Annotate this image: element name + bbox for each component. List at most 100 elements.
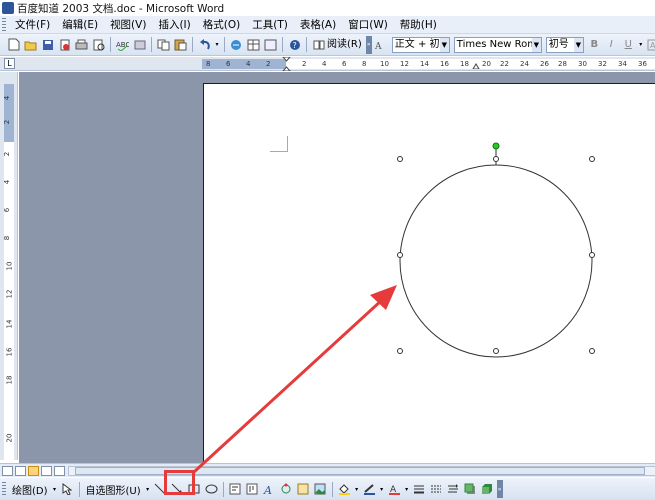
picture-icon[interactable]	[313, 482, 328, 497]
print-icon[interactable]	[74, 37, 89, 52]
horizontal-ruler[interactable]: 8 6 4 2 2 4 6 8 10 12 14 16 18 20 22 24 …	[202, 57, 655, 71]
resize-handle-e[interactable]	[589, 252, 595, 258]
font-color-dropdown-icon[interactable]: ▾	[404, 482, 410, 497]
indent-marker-icon[interactable]	[282, 57, 291, 71]
fill-color-icon[interactable]	[337, 482, 352, 497]
outline-view-icon[interactable]	[41, 465, 52, 476]
undo-dropdown-icon[interactable]: ▾	[214, 37, 220, 52]
dash-style-icon[interactable]	[429, 482, 444, 497]
help-icon[interactable]: ?	[287, 37, 302, 52]
rotate-handle-icon[interactable]	[492, 142, 500, 150]
scrollbar-thumb[interactable]	[75, 467, 645, 475]
document-page[interactable]	[203, 83, 655, 464]
resize-handle-ne[interactable]	[589, 156, 595, 162]
italic-button[interactable]: I	[604, 37, 619, 52]
oval-icon[interactable]	[204, 482, 219, 497]
menu-table[interactable]: 表格(A)	[294, 17, 342, 33]
font-dropdown-icon[interactable]: ▼	[531, 37, 541, 52]
character-border-icon[interactable]: A	[646, 37, 655, 52]
line-style-icon[interactable]	[412, 482, 427, 497]
toolbar-separator	[331, 481, 333, 497]
copy-icon[interactable]	[156, 37, 171, 52]
line-color-dropdown-icon[interactable]: ▾	[379, 482, 385, 497]
ruler-label: 4	[3, 179, 12, 185]
font-value: Times New Roman	[456, 38, 542, 50]
permission-icon[interactable]	[57, 37, 72, 52]
menu-view[interactable]: 视图(V)	[104, 17, 152, 33]
resize-handle-n[interactable]	[493, 156, 499, 162]
read-button-label: 阅读(R)	[327, 39, 362, 50]
resize-handle-se[interactable]	[589, 348, 595, 354]
font-size-dropdown-icon[interactable]: ▼	[573, 37, 583, 52]
spelling-icon[interactable]: ABC	[115, 37, 130, 52]
line-color-icon[interactable]	[362, 482, 377, 497]
paste-icon[interactable]	[173, 37, 188, 52]
tab-selector-icon[interactable]: L	[4, 58, 15, 69]
open-folder-icon[interactable]	[23, 37, 38, 52]
resize-handle-w[interactable]	[397, 252, 403, 258]
vertical-textbox-icon[interactable]	[245, 482, 260, 497]
shadow-icon[interactable]	[463, 482, 478, 497]
fill-color-dropdown-icon[interactable]: ▾	[354, 482, 360, 497]
print-layout-view-icon[interactable]	[28, 465, 39, 476]
save-icon[interactable]	[40, 37, 55, 52]
bold-button[interactable]: B	[587, 37, 602, 52]
underline-button[interactable]: U	[621, 37, 636, 52]
draw-menu-button[interactable]: 绘图(D)	[9, 482, 51, 497]
draw-menu-dropdown-icon[interactable]: ▾	[52, 482, 58, 497]
font-combo[interactable]: Times New Roman ▼	[453, 36, 542, 53]
resize-handle-nw[interactable]	[397, 156, 403, 162]
research-icon[interactable]	[132, 37, 147, 52]
right-indent-marker-icon[interactable]	[472, 59, 480, 69]
font-color-icon[interactable]: A	[387, 482, 402, 497]
menu-help[interactable]: 帮助(H)	[394, 17, 443, 33]
drawing-toolbar-grip-icon[interactable]	[2, 482, 6, 496]
toolbar-separator	[110, 37, 111, 52]
textbox-icon[interactable]	[228, 482, 243, 497]
style-combo[interactable]: 正文 + 初号 ▼	[391, 36, 450, 53]
selected-oval-shape[interactable]	[394, 139, 604, 369]
read-button[interactable]: 阅读(R)	[310, 36, 365, 53]
web-layout-view-icon[interactable]	[15, 465, 26, 476]
styles-formatting-icon[interactable]: A	[374, 37, 389, 52]
clipart-icon[interactable]	[296, 482, 311, 497]
menu-window[interactable]: 窗口(W)	[342, 17, 394, 33]
select-objects-icon[interactable]	[60, 482, 75, 497]
toolbar-options-icon[interactable]: »	[365, 35, 372, 54]
ruler-label: 2	[266, 60, 271, 68]
resize-handle-sw[interactable]	[397, 348, 403, 354]
print-preview-icon[interactable]	[91, 37, 106, 52]
autoshapes-menu-button[interactable]: 自选图形(U)	[83, 482, 144, 497]
3d-icon[interactable]	[480, 482, 495, 497]
menu-file[interactable]: 文件(F)	[9, 17, 56, 33]
hyperlink-icon[interactable]	[229, 37, 244, 52]
font-size-combo[interactable]: 初号 ▼	[545, 36, 584, 53]
menu-format[interactable]: 格式(O)	[197, 17, 246, 33]
ruler-label: 16	[440, 60, 449, 68]
ruler-label: 2	[302, 60, 307, 68]
vertical-ruler[interactable]: 4 2 2 4 6 8 10 12 14 16 18 20	[0, 72, 18, 460]
window-title: 百度知道 2003 文档.doc - Microsoft Word	[17, 2, 225, 15]
undo-icon[interactable]	[197, 37, 212, 52]
menu-grip-icon[interactable]	[2, 17, 6, 32]
vertical-ruler-strip: 4 2 2 4 6 8 10 12 14 16 18 20	[3, 84, 14, 460]
new-document-icon[interactable]	[6, 37, 21, 52]
arrow-style-icon[interactable]	[446, 482, 461, 497]
tables-borders-icon[interactable]	[246, 37, 261, 52]
wordart-icon[interactable]: A	[262, 482, 277, 497]
diagram-icon[interactable]	[279, 482, 294, 497]
normal-view-icon[interactable]	[2, 465, 13, 476]
resize-handle-s[interactable]	[493, 348, 499, 354]
standard-toolbar: ABC ▾ ? 阅读(R) » A 正文 + 初号 ▼ Times New Ro…	[0, 34, 655, 56]
reading-layout-view-icon[interactable]	[54, 465, 65, 476]
document-map-icon[interactable]	[263, 37, 278, 52]
drawing-toolbar-options-icon[interactable]: »	[496, 480, 503, 498]
underline-dropdown-icon[interactable]: ▾	[638, 37, 644, 52]
horizontal-scrollbar[interactable]	[68, 466, 655, 476]
menu-tools[interactable]: 工具(T)	[246, 17, 294, 33]
style-dropdown-icon[interactable]: ▼	[439, 37, 449, 52]
autoshapes-dropdown-icon[interactable]: ▾	[145, 482, 151, 497]
menu-insert[interactable]: 插入(I)	[152, 17, 196, 33]
oval-outline[interactable]	[399, 164, 593, 358]
menu-edit[interactable]: 编辑(E)	[56, 17, 104, 33]
